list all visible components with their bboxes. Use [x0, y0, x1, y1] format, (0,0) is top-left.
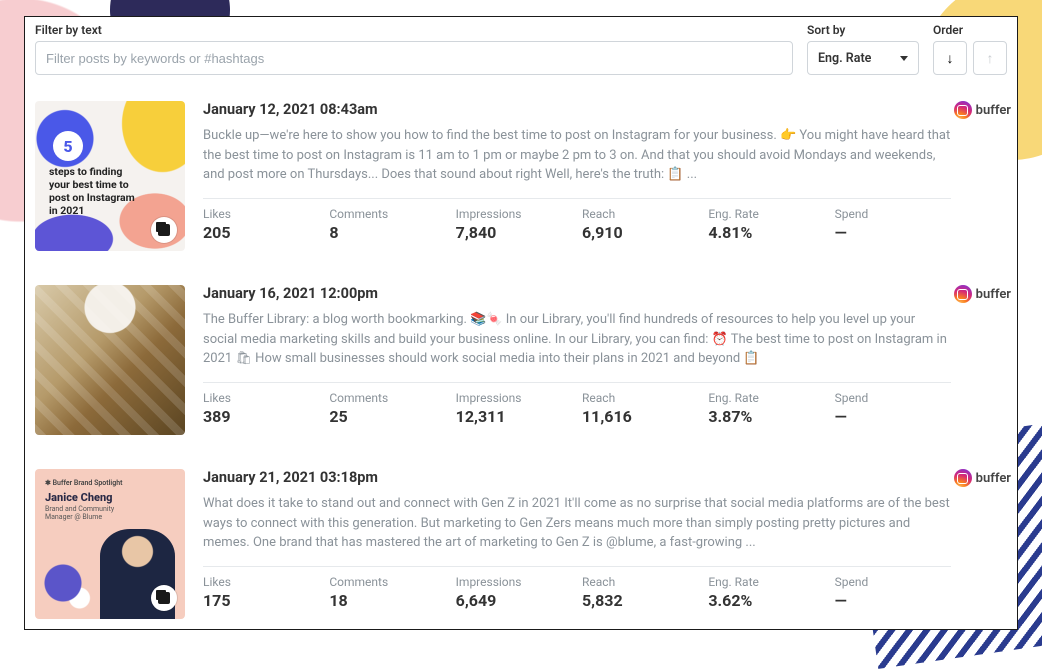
post-date: January 12, 2021 08:43am [203, 101, 951, 118]
metric-label: Eng. Rate [708, 207, 824, 221]
brand-name: buffer [976, 103, 1011, 118]
metric-value: 175 [203, 591, 319, 610]
order-desc-button[interactable]: ↓ [933, 41, 967, 75]
metric-value: 8 [329, 223, 445, 242]
metric-label: Spend [835, 207, 951, 221]
instagram-icon [954, 469, 972, 487]
metric-label: Impressions [456, 207, 572, 221]
metric-label: Impressions [456, 391, 572, 405]
metric-value: 3.87% [708, 407, 824, 426]
brand-name: buffer [976, 471, 1011, 486]
metric-value: 4.81% [708, 223, 824, 242]
brand-badge[interactable]: buffer [954, 285, 1011, 303]
metric-value: 11,616 [582, 407, 698, 426]
filter-row: Filter by text Sort by Eng. Rate Order ↓… [25, 17, 1017, 87]
metric-label: Likes [203, 575, 319, 589]
thumb-topline: ✱ Buffer Brand Spotlight [45, 479, 175, 487]
brand-name: buffer [976, 287, 1011, 302]
posts-panel: Filter by text Sort by Eng. Rate Order ↓… [24, 16, 1018, 630]
sort-select[interactable]: Eng. Rate [807, 41, 919, 75]
order-label: Order [933, 23, 1007, 37]
metric-value: 389 [203, 407, 319, 426]
chevron-down-icon [900, 56, 908, 61]
divider [203, 198, 951, 199]
thumb-caption: steps to finding your best time to post … [49, 165, 139, 218]
sort-value: Eng. Rate [818, 51, 871, 66]
thumb-role: Brand and Community Manager @ Blume [45, 505, 135, 521]
brand-badge[interactable]: buffer [954, 469, 1011, 487]
post-excerpt: The Buffer Library: a blog worth bookmar… [203, 310, 951, 368]
arrow-up-icon: ↑ [987, 50, 994, 67]
metric-label: Eng. Rate [708, 575, 824, 589]
metric-value: 7,840 [456, 223, 572, 242]
metric-value: — [835, 591, 951, 610]
metric-value: 6,649 [456, 591, 572, 610]
metric-value: 12,311 [456, 407, 572, 426]
metric-label: Reach [582, 575, 698, 589]
thumb-name: Janice Cheng [45, 491, 175, 504]
metric-label: Spend [835, 391, 951, 405]
metric-value: 6,910 [582, 223, 698, 242]
metric-label: Reach [582, 391, 698, 405]
metric-value: 25 [329, 407, 445, 426]
metric-value: 3.62% [708, 591, 824, 610]
metric-label: Spend [835, 575, 951, 589]
carousel-icon [151, 585, 177, 611]
filter-label: Filter by text [35, 23, 793, 37]
metric-label: Eng. Rate [708, 391, 824, 405]
thumbnail-image [35, 285, 185, 435]
divider [203, 566, 951, 567]
metric-label: Comments [329, 391, 445, 405]
post-excerpt: Buckle up—we're here to show you how to … [203, 126, 951, 184]
post-thumbnail[interactable] [35, 285, 185, 435]
metric-label: Comments [329, 207, 445, 221]
metric-label: Reach [582, 207, 698, 221]
post-row: ✱ Buffer Brand Spotlight Janice Cheng Br… [25, 455, 1017, 630]
sort-label: Sort by [807, 23, 919, 37]
thumb-decoration [41, 563, 96, 613]
post-excerpt: What does it take to stand out and conne… [203, 494, 951, 552]
filter-input[interactable] [35, 41, 793, 75]
metric-value: 18 [329, 591, 445, 610]
metric-value: 205 [203, 223, 319, 242]
metric-label: Likes [203, 207, 319, 221]
instagram-icon [954, 285, 972, 303]
thumb-badge-number: 5 [53, 131, 83, 161]
post-thumbnail[interactable]: 5 steps to finding your best time to pos… [35, 101, 185, 251]
arrow-down-icon: ↓ [947, 50, 954, 67]
carousel-icon [151, 217, 177, 243]
metrics-row: Likes 389 Comments 25 Impressions 12,311 Re… [203, 391, 951, 426]
post-row: 5 steps to finding your best time to pos… [25, 87, 1017, 271]
metric-label: Likes [203, 391, 319, 405]
metrics-row: Likes 175 Comments 18 Impressions 6,649 Rea… [203, 575, 951, 610]
metric-label: Comments [329, 575, 445, 589]
metric-value: — [835, 223, 951, 242]
post-date: January 16, 2021 12:00pm [203, 285, 951, 302]
metric-value: 5,832 [582, 591, 698, 610]
post-date: January 21, 2021 03:18pm [203, 469, 951, 486]
brand-badge[interactable]: buffer [954, 101, 1011, 119]
metrics-row: Likes 205 Comments 8 Impressions 7,840 Reac… [203, 207, 951, 242]
metric-label: Impressions [456, 575, 572, 589]
post-row: buffer January 16, 2021 12:00pm The Buff… [25, 271, 1017, 455]
post-thumbnail[interactable]: ✱ Buffer Brand Spotlight Janice Cheng Br… [35, 469, 185, 619]
order-asc-button[interactable]: ↑ [973, 41, 1007, 75]
divider [203, 382, 951, 383]
metric-value: — [835, 407, 951, 426]
instagram-icon [954, 101, 972, 119]
